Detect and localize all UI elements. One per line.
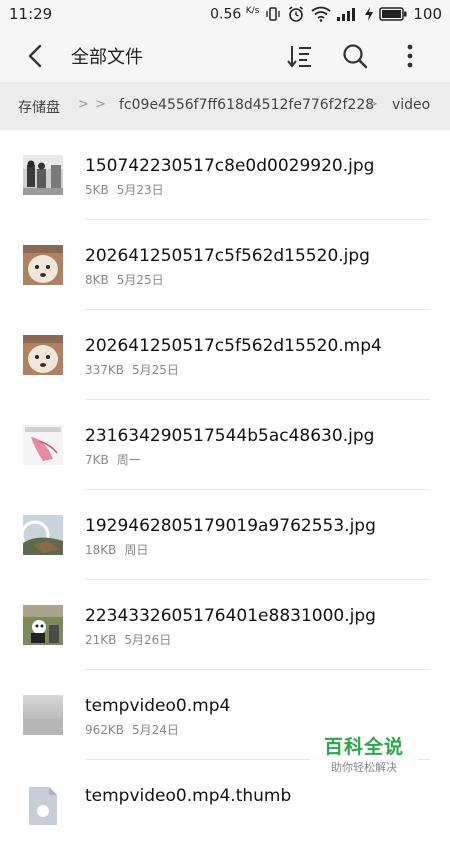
sort-icon[interactable] [286,42,314,70]
title-bar: 全部文件 [0,28,450,82]
vibrate-icon [265,6,281,22]
breadcrumb-item-root[interactable]: 存储盘 [18,97,60,117]
network-speed: 0.56 K/s [210,6,259,23]
file-thumbnail [23,515,63,555]
file-date: 周日 [124,543,149,557]
more-vertical-icon[interactable] [398,42,422,70]
file-meta: 21KB 5月26日 [85,631,171,648]
page-title: 全部文件 [71,47,143,68]
watermark-title: 百科全说 [323,736,404,758]
breadcrumb: 存储盘 > > fc09e4556f7ff618d4512fe776f2f228… [0,82,450,130]
file-meta: 962KB 5月24日 [85,721,179,738]
file-date: 5月26日 [124,633,172,647]
file-row[interactable]: 150742230517c8e0d0029920.jpg 5KB 5月23日 [0,130,450,220]
alarm-icon [287,5,305,23]
file-row[interactable]: 1929462805179019a9762553.jpg 18KB 周日 [0,490,450,580]
status-bar: 11:29 0.56 K/s 100 [0,0,450,28]
file-name: 202641250517c5f562d15520.mp4 [85,336,382,356]
breadcrumb-item-current[interactable]: video [392,97,430,113]
search-icon[interactable] [341,42,369,70]
chevron-right-icon: > [95,97,106,112]
file-thumbnail [23,335,63,375]
charging-icon [365,7,374,21]
file-meta: 18KB 周日 [85,541,148,558]
file-thumbnail [23,425,63,465]
back-arrow-icon[interactable] [22,42,50,70]
file-thumbnail [23,155,63,195]
file-date: 5月24日 [132,723,179,737]
chevron-right-icon: > [367,97,378,112]
file-name: 1929462805179019a9762553.jpg [85,516,376,536]
file-date: 5月25日 [116,273,164,287]
file-size: 8KB [85,273,109,287]
file-size: 5KB [85,183,109,197]
file-meta: 8KB 5月25日 [85,271,164,288]
network-speed-value: 0.56 [210,6,242,23]
file-meta: 337KB 5月25日 [85,361,179,378]
file-name: tempvideo0.mp4.thumb [85,786,292,806]
file-row[interactable]: 2234332605176401e8831000.jpg 21KB 5月26日 [0,580,450,670]
chevron-right-icon: > [78,97,89,112]
file-name: 150742230517c8e0d0029920.jpg [85,156,375,176]
watermark-subtitle: 助你轻松解决 [331,761,397,774]
file-date: 5月23日 [116,183,164,197]
file-name: tempvideo0.mp4 [85,696,231,716]
file-name: 231634290517544b5ac48630.jpg [85,426,375,446]
file-row[interactable]: 231634290517544b5ac48630.jpg 7KB 周一 [0,400,450,490]
breadcrumb-item-folder[interactable]: fc09e4556f7ff618d4512fe776f2f228 [119,97,374,113]
file-generic-icon [23,785,63,825]
file-thumbnail [23,245,63,285]
file-date: 5月25日 [132,363,179,377]
file-thumbnail [23,605,63,645]
file-thumbnail [23,695,63,735]
file-row[interactable]: 202641250517c5f562d15520.mp4 337KB 5月25日 [0,310,450,400]
file-date: 周一 [116,453,141,467]
file-meta: 5KB 5月23日 [85,181,164,198]
file-size: 337KB [85,363,125,377]
file-meta: 7KB 周一 [85,451,141,468]
status-time: 11:29 [9,5,53,23]
file-row[interactable]: 202641250517c5f562d15520.jpg 8KB 5月25日 [0,220,450,310]
signal-icon [337,7,359,21]
network-speed-unit: K/s [245,5,260,16]
battery-level: 100 [413,5,442,23]
battery-icon [379,7,407,21]
file-size: 962KB [85,723,125,737]
watermark-logo: 百科全说 助你轻松解决 [310,728,418,776]
file-name: 2234332605176401e8831000.jpg [85,606,376,626]
status-icons: 0.56 K/s 100 [210,5,442,23]
file-size: 18KB [85,543,117,557]
wifi-icon [311,6,331,22]
file-size: 7KB [85,453,109,467]
file-name: 202641250517c5f562d15520.jpg [85,246,370,266]
file-size: 21KB [85,633,117,647]
